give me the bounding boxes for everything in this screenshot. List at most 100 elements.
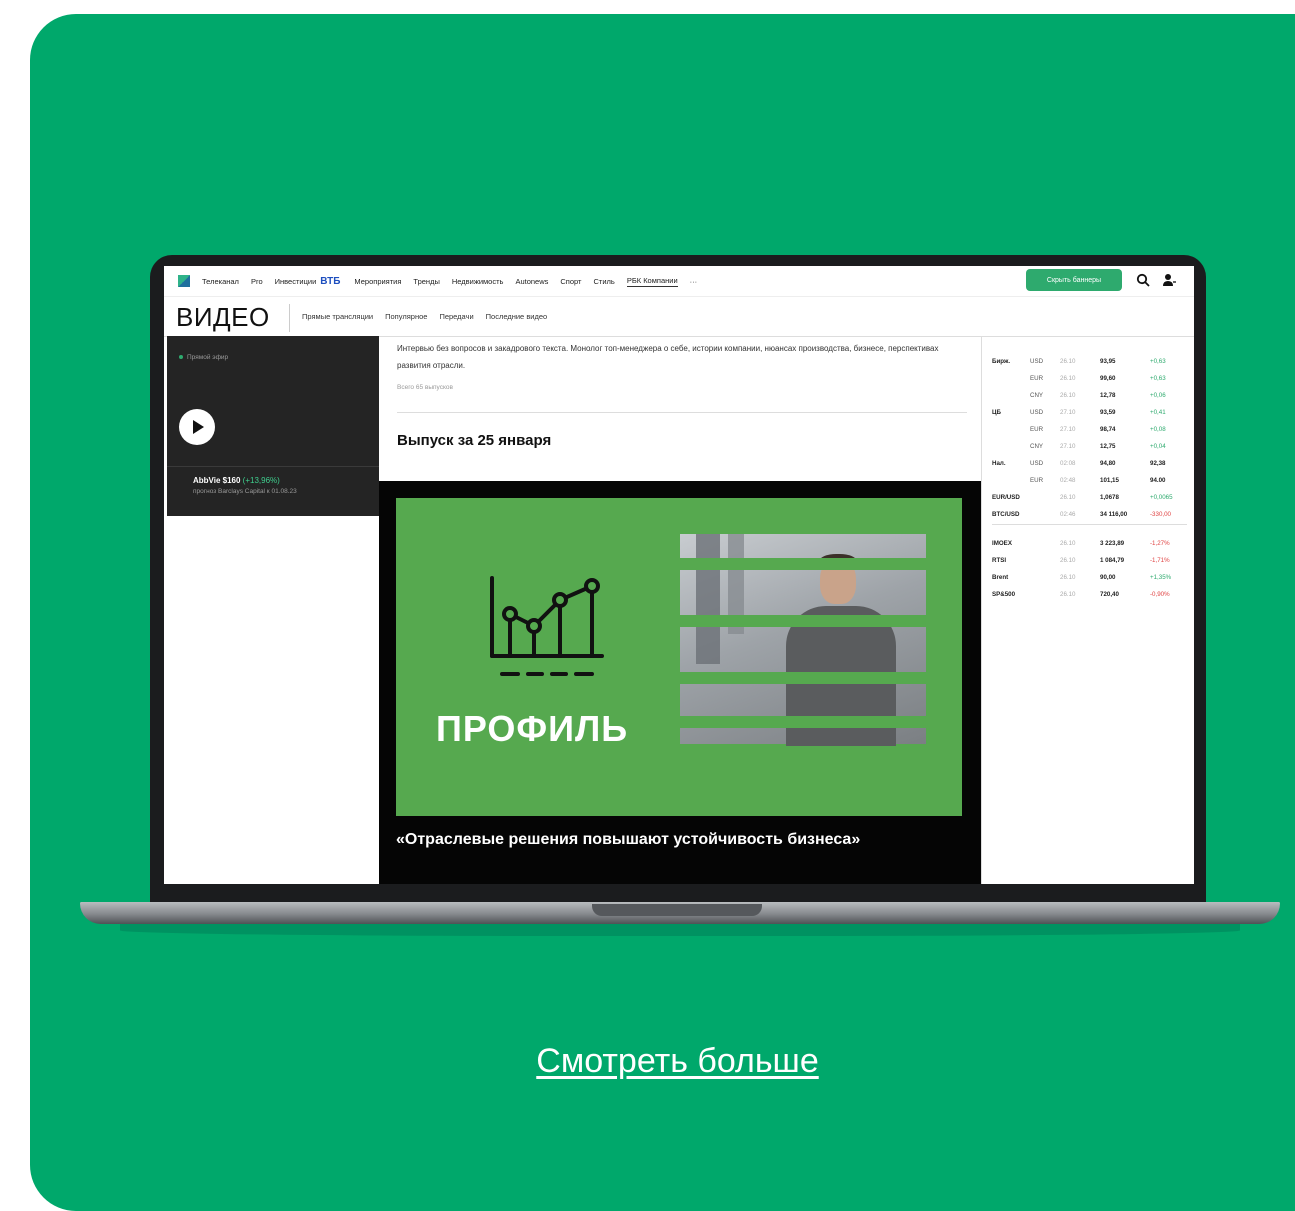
play-icon <box>193 420 204 434</box>
rate-dt: 26.10 <box>1060 574 1076 581</box>
rate-val: 12,75 <box>1100 443 1116 450</box>
rate-dt: 26.10 <box>1060 358 1076 365</box>
rate-val: 720,40 <box>1100 591 1119 598</box>
content-divider <box>397 412 967 413</box>
top-navigation: Телеканал Pro Инвестиции ВТБ Мероприятия… <box>164 266 1194 297</box>
nav-item-sport[interactable]: Спорт <box>560 277 581 286</box>
rbc-logo-icon[interactable] <box>178 275 190 287</box>
rate-dt: 26.10 <box>1060 375 1076 382</box>
tab-shows[interactable]: Передачи <box>439 312 473 321</box>
play-button[interactable] <box>179 409 215 445</box>
green-stripe <box>676 672 936 684</box>
nav-item-pro[interactable]: Pro <box>251 277 263 286</box>
live-panel: Прямой эфир AbbVie $160 (+13,96%) прогно… <box>167 336 379 516</box>
rate-chg: 94.00 <box>1150 477 1166 484</box>
rate-chg: -1,27% <box>1150 540 1170 547</box>
ticker-headline[interactable]: AbbVie $160 (+13,96%) <box>193 476 280 485</box>
rate-val: 1,0678 <box>1100 494 1119 501</box>
rate-dt: 27.10 <box>1060 426 1076 433</box>
rate-chg: +0,63 <box>1150 375 1166 382</box>
rate-grp: ЦБ <box>992 409 1001 416</box>
nav-item-events[interactable]: Мероприятия <box>354 277 401 286</box>
rate-val: 90,00 <box>1100 574 1116 581</box>
rate-chg: +0,08 <box>1150 426 1166 433</box>
video-player[interactable]: ПРОФИЛЬ «Отраслевые решения повышают уст… <box>379 481 981 884</box>
hide-banners-button[interactable]: Скрыть баннеры <box>1026 269 1122 291</box>
rate-row: CNY 26.10 12,78 +0,06 <box>982 392 1194 409</box>
rate-val: 1 084,79 <box>1100 557 1125 564</box>
rate-cur: USD <box>1030 409 1044 416</box>
vtb-logo[interactable]: ВТБ <box>320 276 340 287</box>
green-stripe <box>676 716 936 728</box>
rate-row: EUR/USD 26.10 1,0678 +0,0065 <box>982 494 1194 511</box>
rate-row: Brent 26.10 90,00 +1,35% <box>982 574 1194 591</box>
rate-val: 94,80 <box>1100 460 1116 467</box>
rate-grp: BTC/USD <box>992 511 1020 518</box>
rate-chg: +0,0065 <box>1150 494 1173 501</box>
rate-grp: EUR/USD <box>992 494 1020 501</box>
rate-val: 101,15 <box>1100 477 1119 484</box>
nav-item-investments[interactable]: Инвестиции <box>275 277 317 286</box>
search-icon[interactable] <box>1136 273 1150 287</box>
rate-grp: SP&500 <box>992 591 1016 598</box>
rate-chg: +1,35% <box>1150 574 1172 581</box>
rate-dt: 26.10 <box>1060 591 1076 598</box>
rate-chg: +0,41 <box>1150 409 1166 416</box>
rate-row: BTC/USD 02:46 34 116,00 -330,00 <box>982 511 1194 528</box>
rate-dt: 02:08 <box>1060 460 1076 467</box>
rate-dt: 02:48 <box>1060 477 1076 484</box>
live-dot-icon <box>179 355 183 359</box>
rate-cur: CNY <box>1030 443 1044 450</box>
rate-chg: +0,63 <box>1150 358 1166 365</box>
more-menu-icon[interactable]: ··· <box>690 277 698 286</box>
rate-grp: Нал. <box>992 460 1006 467</box>
rate-row: Бирж. USD 26.10 93,95 +0,63 <box>982 358 1194 375</box>
episode-count: Всего 65 выпусков <box>397 384 453 391</box>
nav-item-tv[interactable]: Телеканал <box>202 277 239 286</box>
rate-row: IMOEX 26.10 3 223,89 -1,27% <box>982 540 1194 557</box>
rate-chg: -0,90% <box>1150 591 1170 598</box>
tab-popular[interactable]: Популярное <box>385 312 427 321</box>
rate-grp: Brent <box>992 574 1009 581</box>
rate-val: 93,59 <box>1100 409 1116 416</box>
rate-val: 93,95 <box>1100 358 1116 365</box>
green-stripe <box>676 615 936 627</box>
rate-grp: Бирж. <box>992 358 1011 365</box>
rate-cur: USD <box>1030 358 1044 365</box>
video-thumbnail[interactable]: ПРОФИЛЬ <box>396 498 962 816</box>
rate-dt: 27.10 <box>1060 409 1076 416</box>
show-description: Интервью без вопросов и закадрового текс… <box>397 344 939 370</box>
rate-dt: 02:46 <box>1060 511 1076 518</box>
rate-cur: EUR <box>1030 426 1044 433</box>
laptop-notch <box>592 904 762 916</box>
see-more-link[interactable]: Смотреть больше <box>0 1042 1295 1081</box>
building-shape <box>696 534 720 664</box>
rate-row: Нал. USD 02:08 94,80 92,38 <box>982 460 1194 477</box>
tab-latest[interactable]: Последние видео <box>486 312 548 321</box>
rate-row: ЦБ USD 27.10 93,59 +0,41 <box>982 409 1194 426</box>
rate-row: SP&500 26.10 720,40 -0,90% <box>982 591 1194 608</box>
nav-item-realty[interactable]: Недвижимость <box>452 277 504 286</box>
video-caption[interactable]: «Отраслевые решения повышают устойчивост… <box>396 829 956 850</box>
issue-title: Выпуск за 25 января <box>397 432 552 449</box>
header-divider <box>289 304 290 332</box>
nav-item-rbc-companies[interactable]: РБК Компании <box>626 276 678 287</box>
nav-item-autonews[interactable]: Autonews <box>515 277 548 286</box>
page-title: ВИДЕО <box>176 302 270 332</box>
video-brand-title: ПРОФИЛЬ <box>436 708 629 749</box>
tab-live[interactable]: Прямые трансляции <box>302 312 373 321</box>
rate-grp: IMOEX <box>992 540 1012 547</box>
rate-row: EUR 27.10 98,74 +0,08 <box>982 426 1194 443</box>
growth-chart-icon <box>490 576 604 676</box>
user-icon[interactable] <box>1162 273 1176 287</box>
rates-divider <box>992 524 1187 525</box>
nav-item-style[interactable]: Стиль <box>593 277 614 286</box>
rate-row: CNY 27.10 12,75 +0,04 <box>982 443 1194 460</box>
ticker-change: (+13,96%) <box>242 476 280 485</box>
rate-dt: 26.10 <box>1060 494 1076 501</box>
laptop-screen: Телеканал Pro Инвестиции ВТБ Мероприятия… <box>164 266 1194 884</box>
ticker-subtitle: прогноз Barclays Capital к 01.08.23 <box>193 488 297 495</box>
rate-val: 98,74 <box>1100 426 1116 433</box>
nav-item-trends[interactable]: Тренды <box>413 277 439 286</box>
rate-row: EUR 26.10 99,60 +0,63 <box>982 375 1194 392</box>
